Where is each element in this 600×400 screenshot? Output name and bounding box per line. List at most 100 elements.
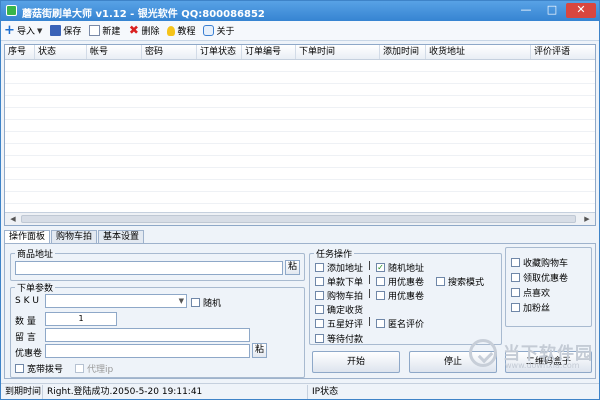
checkbox-box xyxy=(315,305,324,314)
checkbox-box xyxy=(376,277,385,286)
tab-cart[interactable]: 购物车拍 xyxy=(51,230,98,243)
column-header[interactable]: 收货地址 xyxy=(426,45,531,59)
sku-label: S K U xyxy=(15,296,39,306)
cart-use-coupon-label: 用优惠卷 xyxy=(388,292,425,302)
checkbox-box xyxy=(511,273,520,282)
column-header[interactable]: 评价评语 xyxy=(531,45,595,59)
favorite-cart-checkbox[interactable]: 收藏购物车 xyxy=(511,256,568,269)
new-button[interactable]: 新建 xyxy=(89,23,120,39)
save-button[interactable]: 保存 xyxy=(50,23,81,39)
tutorial-button[interactable]: 教程 xyxy=(167,23,195,39)
column-header[interactable]: 帐号 xyxy=(87,45,142,59)
checkbox-box: ✓ xyxy=(376,263,385,272)
use-coupon-checkbox[interactable]: 用优惠卷 xyxy=(376,275,424,288)
product-url-input[interactable] xyxy=(15,261,283,275)
column-header[interactable]: 序号 xyxy=(5,45,35,59)
table-header: 序号 状态 帐号 密码 订单状态 订单编号 下单时间 添加时间 收货地址 评价评… xyxy=(5,45,595,60)
column-header[interactable]: 订单编号 xyxy=(242,45,296,59)
column-header[interactable]: 添加时间 xyxy=(380,45,426,59)
tab-operation-panel[interactable]: 操作面板 xyxy=(4,230,51,244)
title-bar[interactable]: 蘑菇街刷单大师 v1.12 - 银光软件 QQ:800086852 — □ ✕ xyxy=(1,1,599,21)
broadband-dial-label: 宽带拨号 xyxy=(27,365,64,375)
add-address-label: 添加地址 xyxy=(327,264,364,274)
app-window: 蘑菇街刷单大师 v1.12 - 银光软件 QQ:800086852 — □ ✕ … xyxy=(0,0,600,400)
cart-use-coupon-checkbox[interactable]: 用优惠卷 xyxy=(376,289,424,302)
quantity-input[interactable]: 1 xyxy=(45,312,117,326)
message-input[interactable] xyxy=(45,328,250,342)
checkbox-box xyxy=(315,263,324,272)
scroll-right-icon[interactable]: ▶ xyxy=(581,214,593,224)
anonymous-review-label: 匿名评价 xyxy=(388,320,425,330)
chevron-down-icon: ▼ xyxy=(178,297,184,305)
scrollbar-thumb[interactable] xyxy=(21,215,576,223)
search-mode-label: 搜索模式 xyxy=(448,278,485,288)
delete-button[interactable]: ✖ 删除 xyxy=(128,23,160,39)
import-label: 导入 xyxy=(17,27,36,37)
operation-panel: 商品地址 粘 下单参数 S K U ▼ 随机 数 量 1 留 言 优惠卷 粘 宽… xyxy=(4,243,596,379)
coupon-input[interactable] xyxy=(45,344,250,358)
column-header[interactable]: 下单时间 xyxy=(296,45,380,59)
checkbox-box xyxy=(15,364,24,373)
about-button[interactable]: 关于 xyxy=(203,23,234,39)
random-sku-label: 随机 xyxy=(203,299,222,309)
table-body[interactable] xyxy=(5,60,595,210)
order-table[interactable]: 序号 状态 帐号 密码 订单状态 订单编号 下单时间 添加时间 收货地址 评价评… xyxy=(4,44,596,226)
column-header[interactable]: 状态 xyxy=(35,45,87,59)
stop-button[interactable]: 停止 xyxy=(409,351,497,373)
horizontal-scrollbar[interactable]: ◀ ▶ xyxy=(5,212,595,225)
tab-basic-settings[interactable]: 基本设置 xyxy=(98,230,145,243)
coupon-label: 优惠卷 xyxy=(15,349,43,359)
random-sku-checkbox[interactable]: 随机 xyxy=(191,296,221,309)
like-checkbox[interactable]: 点喜欢 xyxy=(511,286,550,299)
expire-label: 到期时间 xyxy=(1,384,43,399)
checkbox-box xyxy=(315,277,324,286)
toolbar: + 导入 ▼ 保存 新建 ✖ 删除 教程 关于 xyxy=(1,21,599,41)
scroll-left-icon[interactable]: ◀ xyxy=(7,214,19,224)
task-ops-legend: 任务操作 xyxy=(316,250,353,260)
add-address-checkbox[interactable]: 添加地址 xyxy=(315,261,363,274)
random-address-checkbox[interactable]: ✓ 随机地址 xyxy=(376,261,424,274)
order-params-legend: 下单参数 xyxy=(17,284,54,294)
save-label: 保存 xyxy=(63,27,82,37)
new-file-icon xyxy=(89,25,101,36)
follow-label: 加粉丝 xyxy=(523,304,551,314)
column-header[interactable]: 订单状态 xyxy=(197,45,242,59)
proxy-ip-checkbox[interactable]: 代理ip xyxy=(75,362,113,375)
minimize-button[interactable]: — xyxy=(514,3,538,18)
claim-coupon-checkbox[interactable]: 领取优惠卷 xyxy=(511,271,568,284)
panel-tabs: 操作面板 购物车拍 基本设置 xyxy=(4,230,145,244)
broadband-dial-checkbox[interactable]: 宽带拨号 xyxy=(15,362,63,375)
cart-order-label: 购物车拍 xyxy=(327,292,364,302)
about-label: 关于 xyxy=(216,27,235,37)
confirm-receipt-checkbox[interactable]: 确定收货 xyxy=(315,303,363,316)
window-controls: — □ ✕ xyxy=(514,3,596,18)
checkbox-box xyxy=(315,334,324,343)
single-order-checkbox[interactable]: 单款下单 xyxy=(315,275,363,288)
wait-payment-label: 等待付款 xyxy=(327,335,364,345)
five-star-checkbox[interactable]: 五星好评 xyxy=(315,317,363,330)
checkbox-box xyxy=(511,258,520,267)
qr-box-button[interactable]: 二维码盒子 xyxy=(505,351,592,373)
favorite-cart-label: 收藏购物车 xyxy=(523,259,569,269)
import-button[interactable]: + 导入 ▼ xyxy=(4,23,42,39)
follow-checkbox[interactable]: 加粉丝 xyxy=(511,301,550,314)
separator: | xyxy=(368,289,372,299)
close-button[interactable]: ✕ xyxy=(566,3,596,18)
cart-order-checkbox[interactable]: 购物车拍 xyxy=(315,289,363,302)
search-mode-checkbox[interactable]: 搜索模式 xyxy=(436,275,484,288)
like-label: 点喜欢 xyxy=(523,289,551,299)
window-title: 蘑菇街刷单大师 v1.12 - 银光软件 QQ:800086852 xyxy=(22,9,265,20)
confirm-receipt-label: 确定收货 xyxy=(327,306,364,316)
column-header[interactable]: 密码 xyxy=(142,45,197,59)
maximize-button[interactable]: □ xyxy=(540,3,564,18)
wait-payment-checkbox[interactable]: 等待付款 xyxy=(315,332,363,345)
paste-coupon-button[interactable]: 粘 xyxy=(252,343,267,358)
sku-select[interactable]: ▼ xyxy=(45,294,187,308)
checkbox-box xyxy=(75,364,84,373)
checkbox-box xyxy=(315,291,324,300)
anonymous-review-checkbox[interactable]: 匿名评价 xyxy=(376,317,424,330)
paste-url-button[interactable]: 粘 xyxy=(285,260,300,275)
chevron-down-icon: ▼ xyxy=(37,26,43,35)
use-coupon-label: 用优惠卷 xyxy=(388,278,425,288)
start-button[interactable]: 开始 xyxy=(312,351,400,373)
